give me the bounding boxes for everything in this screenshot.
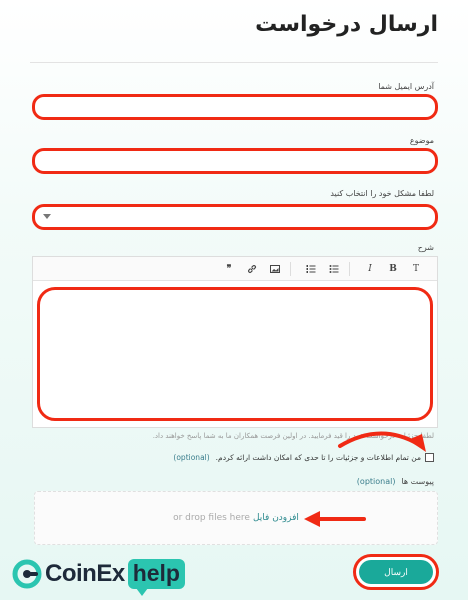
link-icon[interactable] [243,260,261,278]
description-editor: T B I ❞ [32,256,438,428]
submit-button[interactable]: ارسال [359,560,433,584]
page-title: ارسال درخواست [255,12,438,37]
issue-label: لطفا مشکل خود را انتخاب کنید [330,189,434,198]
subject-label: موضوع [409,136,434,145]
quote-icon[interactable]: ❞ [220,260,238,278]
numbered-list-icon[interactable] [302,260,320,278]
consent-checkbox[interactable] [425,453,434,462]
coinex-help-logo: CoinEx help [12,558,185,596]
attachments-label-row: پیوست ها (optional) [357,477,434,486]
toolbar-divider [290,261,291,276]
file-dropzone[interactable]: or drop files here افزودن فایل [34,491,438,545]
coinex-logo-icon [12,559,42,589]
chevron-down-icon [43,214,51,219]
editor-toolbar: T B I ❞ [33,257,437,281]
consent-text: من تمام اطلاعات و جزئیات را تا حدی که ام… [215,453,421,462]
add-file-link[interactable]: افزودن فایل [253,513,299,523]
description-hint: لطفا جزئیات درخواست خود را قید فرمایید. … [152,432,434,440]
description-label: شرح [417,243,434,252]
consent-row: من تمام اطلاعات و جزئیات را تا حدی که ام… [173,453,434,462]
submit-highlight: ارسال [353,554,439,590]
brand-help-badge: help [127,559,185,596]
bold-icon[interactable]: B [384,260,402,278]
text-style-icon[interactable]: T [407,260,425,278]
subject-field[interactable] [32,148,438,174]
toolbar-divider [349,261,350,276]
brand-name: CoinEx [45,560,125,587]
consent-optional: (optional) [173,453,210,462]
bullet-list-icon[interactable] [325,260,343,278]
attachments-optional: (optional) [356,477,396,486]
email-field[interactable] [32,94,438,120]
drop-text: or drop files here [173,513,250,523]
description-textarea[interactable] [37,287,433,421]
issue-select[interactable] [32,204,438,230]
attachments-label: پیوست ها [401,477,434,486]
title-divider [30,62,438,63]
italic-icon[interactable]: I [361,260,379,278]
image-icon[interactable] [266,260,284,278]
support-request-page: ارسال درخواست آدرس ایمیل شما موضوع لطفا … [0,0,468,600]
email-label: آدرس ایمیل شما [378,82,434,91]
